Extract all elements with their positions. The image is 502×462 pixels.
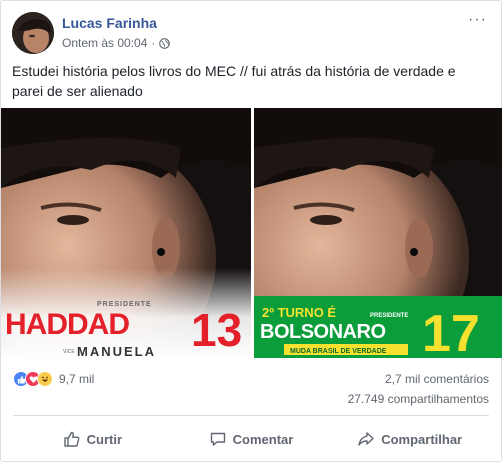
photo-grid: PRESIDENTE HADDAD 13 VICE MANUELA 2º TUR…: [1, 108, 502, 358]
share-icon: [358, 432, 374, 446]
shares-count[interactable]: 27.749 compartilhamentos: [348, 392, 489, 406]
more-options-icon[interactable]: ···: [468, 12, 487, 28]
thumbs-up-icon: [63, 431, 80, 447]
post-timestamp[interactable]: Ontem às 00:04: [62, 36, 147, 50]
haha-reaction-icon: [37, 371, 53, 387]
feed-post: Lucas Farinha Ontem às 00:04 · ··· Estud…: [0, 0, 502, 462]
bolsonaro-headline: 2º TURNO É: [262, 305, 336, 320]
post-text: Estudei história pelos livros do MEC // …: [12, 63, 456, 99]
haddad-vice: MANUELA: [77, 344, 156, 358]
post-actions: Curtir Comentar Compartilhar: [13, 421, 489, 457]
bolsonaro-slogan: MUDA BRASIL DE VERDADE: [290, 348, 387, 355]
haddad-vice-prefix: VICE: [63, 349, 75, 355]
comments-count[interactable]: 2,7 mil comentários: [385, 372, 489, 386]
bolsonaro-label: PRESIDENTE: [370, 313, 408, 319]
like-button[interactable]: Curtir: [13, 421, 172, 457]
haddad-label: PRESIDENTE: [97, 301, 152, 308]
photo-haddad[interactable]: PRESIDENTE HADDAD 13 VICE MANUELA: [1, 108, 251, 358]
like-label: Curtir: [86, 431, 123, 447]
reactions-summary[interactable]: 9,7 mil: [13, 371, 94, 387]
comment-label: Comentar: [232, 431, 294, 447]
haddad-name: HADDAD: [5, 308, 129, 341]
comment-button[interactable]: Comentar: [172, 421, 331, 457]
share-label: Compartilhar: [381, 431, 463, 447]
share-button[interactable]: Compartilhar: [330, 421, 489, 457]
author-avatar[interactable]: [12, 12, 54, 54]
haddad-number: 13: [191, 304, 242, 356]
bolsonaro-name: BOLSONARO: [260, 321, 386, 343]
globe-icon[interactable]: [159, 37, 171, 49]
bolsonaro-number: 17: [422, 305, 480, 358]
post-meta: Ontem às 00:04 ·: [62, 36, 171, 50]
comment-icon: [210, 432, 225, 446]
reactions-count[interactable]: 9,7 mil: [59, 372, 94, 386]
photo-bolsonaro[interactable]: 2º TURNO É PRESIDENTE BOLSONARO 17 MUDA …: [253, 108, 502, 358]
actions-divider: [13, 415, 489, 416]
author-name[interactable]: Lucas Farinha: [62, 15, 157, 31]
